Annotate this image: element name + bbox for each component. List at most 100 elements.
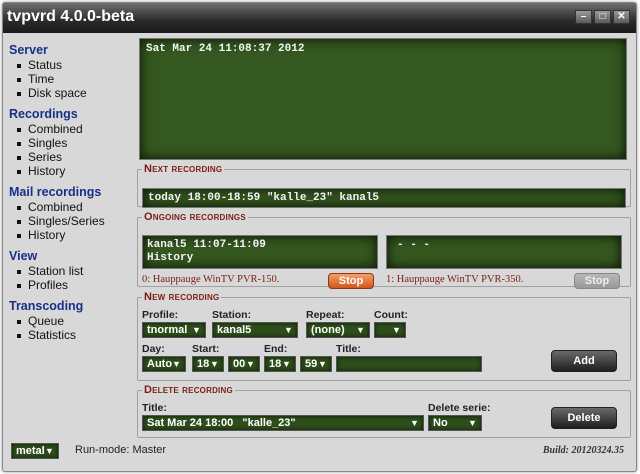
nav-item-status[interactable]: Status [9,58,135,72]
delete-button[interactable]: Delete [551,407,617,429]
day-select[interactable]: Auto ▼ [142,356,186,372]
tuner0-display: kanal5 11:07-11:09 History [142,235,378,269]
start-label: Start: [192,343,220,355]
add-button[interactable]: Add [551,350,617,372]
ongoing-recordings-legend: Ongoing recordings [144,211,246,223]
repeat-label: Repeat: [306,309,345,321]
build-text: Build: 20120324.35 [542,445,624,456]
nav-item-label: Status [28,58,63,72]
day-label: Day: [142,343,165,355]
nav-heading-recordings[interactable]: Recordings [9,107,135,121]
nav-item-history[interactable]: History [9,164,135,178]
nav-item-combined[interactable]: Combined [9,122,135,136]
station-select-value: kanal5 [217,324,252,336]
nav-item-label: History [28,228,66,242]
tuner1-stop-button[interactable]: Stop [574,273,620,289]
nav-item-label: Singles/Series [28,214,105,228]
window-controls: – □ ✕ [575,10,630,24]
title-input[interactable] [336,356,482,372]
end-label: End: [264,343,288,355]
delete-recording-legend: Delete recording [144,384,233,396]
next-recording-legend: Next recording [144,163,223,175]
nav-item-profiles[interactable]: Profiles [9,278,135,292]
nav-item-label: Disk space [28,86,87,100]
nav-heading-transcoding[interactable]: Transcoding [9,299,135,313]
theme-select-value: metal [16,445,45,457]
nav-item-mail-history[interactable]: History [9,228,135,242]
nav-item-label: Time [28,72,55,86]
profile-select-value: tnormal [147,324,188,336]
profile-select[interactable]: tnormal ▼ [142,322,206,338]
sidebar-nav: Server Status Time Disk space Recordings… [9,43,135,349]
delete-title-value: Sat Mar 24 18:00 "kalle_23" [147,417,296,429]
delete-recording-group: Delete recording Title: Sat Mar 24 18:00… [137,384,631,438]
minimize-icon[interactable]: – [575,10,592,24]
chevron-down-icon: ▼ [282,359,291,369]
nav-item-singles[interactable]: Singles [9,136,135,150]
bullet-icon [17,319,21,324]
nav-item-statistics[interactable]: Statistics [9,328,135,342]
delete-serie-label: Delete serie: [428,402,491,414]
nav-item-mail-combined[interactable]: Combined [9,200,135,214]
new-recording-legend: New recording [144,291,220,303]
nav-heading-server[interactable]: Server [9,43,135,57]
end-hour-select[interactable]: 18 ▼ [264,356,296,372]
nav-item-time[interactable]: Time [9,72,135,86]
ongoing-recordings-group: Ongoing recordings kanal5 11:07-11:09 Hi… [137,211,631,289]
tuner0-line2: History [147,252,194,264]
chevron-down-icon: ▼ [318,359,327,369]
chevron-down-icon: ▼ [468,418,477,428]
status-display: Sat Mar 24 11:08:37 2012 [139,38,627,160]
delete-serie-select[interactable]: No ▼ [428,415,482,431]
end-minute-select[interactable]: 59 ▼ [300,356,332,372]
footer: metal ▼ Run-mode: Master Build: 20120324.… [3,443,636,471]
chevron-down-icon: ▼ [356,325,365,335]
tuner0-stop-button[interactable]: Stop [328,273,374,289]
station-select[interactable]: kanal5 ▼ [212,322,298,338]
nav-item-label: Queue [28,314,65,328]
repeat-select-value: (none) [311,324,345,336]
nav-item-label: Station list [28,264,84,278]
nav-item-label: Singles [28,136,68,150]
profile-label: Profile: [142,309,179,321]
theme-select[interactable]: metal ▼ [11,443,59,459]
nav-item-mail-singles-series[interactable]: Singles/Series [9,214,135,228]
nav-heading-view[interactable]: View [9,249,135,263]
nav-section-server: Server Status Time Disk space [9,43,135,100]
nav-section-recordings: Recordings Combined Singles Series Histo… [9,107,135,178]
nav-item-label: Profiles [28,278,69,292]
bullet-icon [17,155,21,160]
bullet-icon [17,333,21,338]
nav-item-series[interactable]: Series [9,150,135,164]
bullet-icon [17,219,21,224]
count-label: Count: [374,309,408,321]
nav-item-label: Series [28,150,63,164]
nav-item-queue[interactable]: Queue [9,314,135,328]
delete-title-select[interactable]: Sat Mar 24 18:00 "kalle_23" ▼ [142,415,424,431]
new-recording-group: New recording Profile: tnormal ▼ Station:… [137,291,631,381]
bullet-icon [17,233,21,238]
run-mode-text: Run-mode: Master [75,444,167,456]
close-icon[interactable]: ✕ [613,10,630,24]
nav-heading-mail-recordings[interactable]: Mail recordings [9,185,135,199]
title-label: Title: [336,343,361,355]
delete-title-label: Title: [142,402,167,414]
chevron-down-icon: ▼ [284,325,293,335]
app-window: tvpvrd 4.0.0-beta – □ ✕ Server Status Ti… [2,2,637,472]
bullet-icon [17,63,21,68]
nav-section-view: View Station list Profiles [9,249,135,292]
repeat-select[interactable]: (none) ▼ [306,322,370,338]
count-select[interactable]: ▼ [374,322,406,338]
maximize-icon[interactable]: □ [594,10,611,24]
start-minute-select[interactable]: 00 ▼ [228,356,260,372]
tuner0-label: 0: Hauppauge WinTV PVR-150. [142,274,280,285]
window-title: tvpvrd 4.0.0-beta [7,8,135,25]
nav-item-station-list[interactable]: Station list [9,264,135,278]
next-recording-text: today 18:00-18:59 "kalle_23" kanal5 [148,192,380,204]
nav-item-disk-space[interactable]: Disk space [9,86,135,100]
bullet-icon [17,127,21,132]
nav-section-transcoding: Transcoding Queue Statistics [9,299,135,342]
tuner1-display: - - - [386,235,622,269]
start-hour-select[interactable]: 18 ▼ [192,356,224,372]
tuner1-line1: - - - [397,239,431,251]
